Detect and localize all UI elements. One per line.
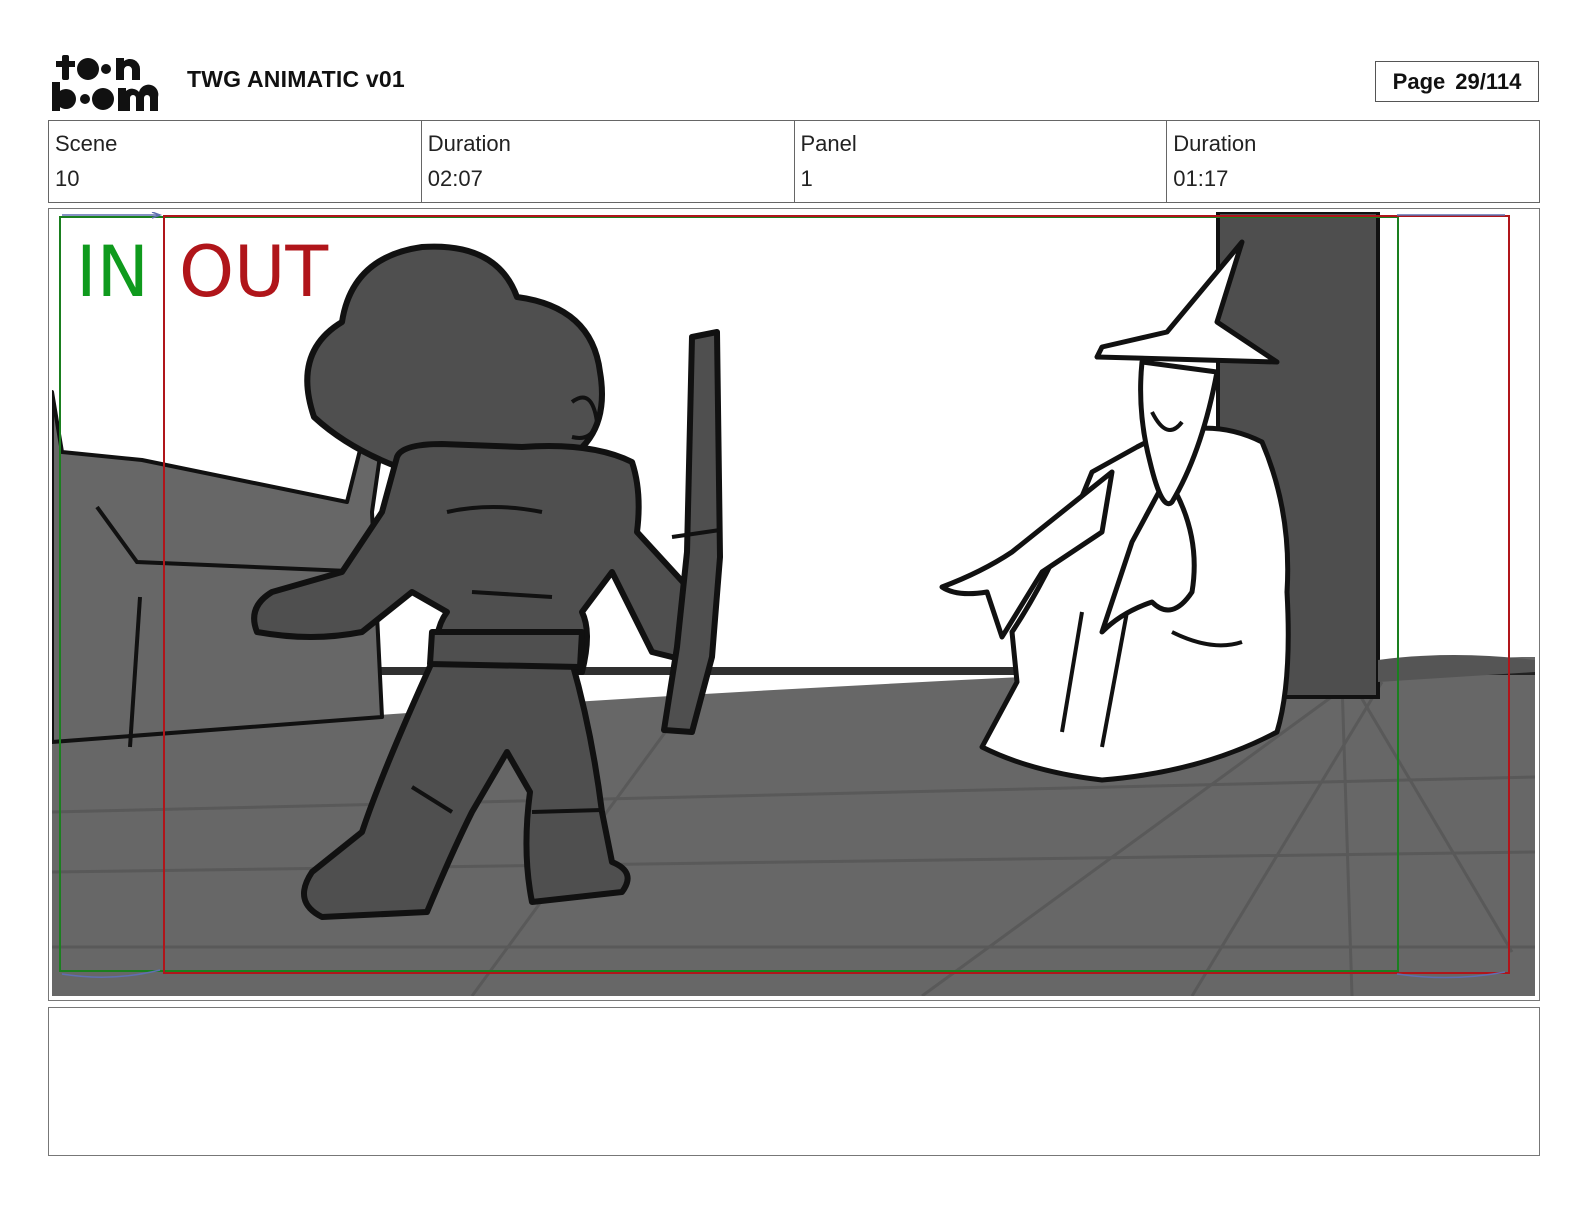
in-frame-label: IN [76, 231, 150, 313]
panel-duration-cell: Duration 01:17 [1167, 121, 1539, 202]
out-frame-label: OUT [179, 231, 329, 313]
panel-duration-value: 01:17 [1173, 166, 1229, 191]
toonboom-logo [52, 55, 159, 111]
scene-duration-label: Duration [427, 131, 511, 156]
panel-cell: Panel 1 [795, 121, 1168, 202]
panel-label: Panel [800, 131, 857, 156]
panel-value: 1 [800, 166, 813, 191]
page-number: 29/114 [1455, 68, 1522, 94]
scene-duration-cell: Duration 02:07 [422, 121, 795, 202]
panel-notes-box[interactable] [48, 1007, 1540, 1156]
panel-drawing [52, 212, 1535, 996]
scene-cell: Scene 10 [49, 121, 422, 202]
scene-info-table: Scene 10 Duration 02:07 Panel 1 Duration… [48, 120, 1540, 203]
scene-duration-value: 02:07 [427, 166, 483, 191]
page-indicator: Page 29/114 [1375, 61, 1539, 102]
scene-label: Scene [55, 131, 118, 156]
panel-duration-label: Duration [1173, 131, 1257, 156]
page-label: Page [1392, 68, 1446, 94]
storyboard-panel: IN OUT [48, 208, 1540, 1001]
document-title: TWG ANIMATIC v01 [187, 66, 405, 92]
scene-value: 10 [55, 166, 80, 191]
